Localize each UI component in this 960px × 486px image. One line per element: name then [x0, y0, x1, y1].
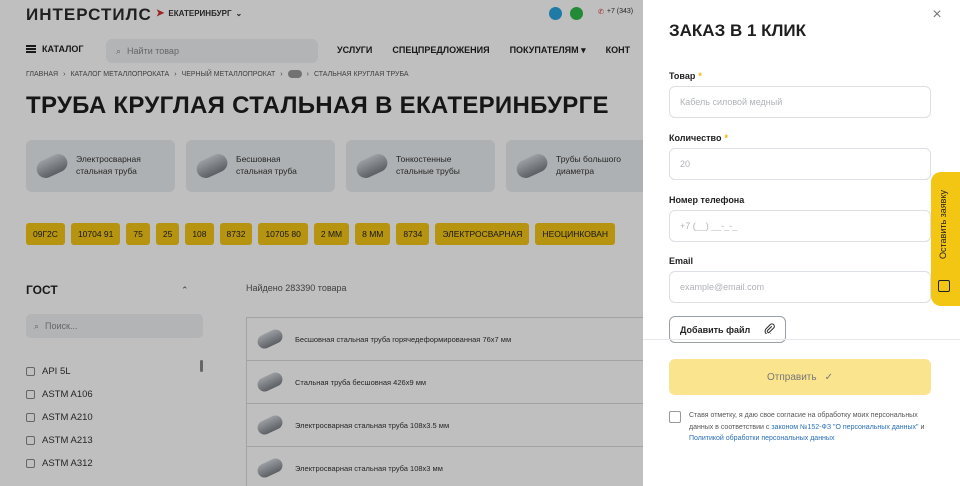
required-mark: * [724, 133, 728, 143]
quantity-field-label: Количество * [669, 133, 728, 143]
privacy-policy-link[interactable]: Политикой обработки персональных данных [689, 435, 834, 442]
quantity-input[interactable] [669, 148, 931, 180]
required-mark: * [698, 71, 702, 81]
leave-request-tab[interactable]: Оставить заявку [931, 172, 960, 306]
label-text: Количество [669, 133, 722, 143]
law-152-link[interactable]: законом №152-ФЗ "О персональных данных" [771, 424, 918, 431]
consent-checkbox[interactable] [669, 411, 681, 423]
product-input[interactable] [669, 86, 931, 118]
email-input[interactable] [669, 271, 931, 303]
product-field-label: Товар * [669, 71, 702, 81]
modal-divider [643, 339, 960, 340]
phone-input[interactable] [669, 210, 931, 242]
request-icon [938, 280, 950, 292]
modal-title: ЗАКАЗ В 1 КЛИК [669, 21, 807, 40]
add-file-label: Добавить файл [680, 324, 751, 335]
submit-label: Отправить [767, 371, 817, 383]
checkmark-icon: ✓ [824, 371, 833, 383]
consent-text: Ставя отметку, я даю свое согласие на об… [689, 410, 931, 445]
email-field-label: Email [669, 256, 694, 266]
phone-field-label: Номер телефона [669, 195, 745, 205]
consent-text-part: и [918, 423, 925, 431]
consent-block: Ставя отметку, я даю свое согласие на об… [669, 410, 931, 445]
paperclip-icon [764, 323, 775, 336]
label-text: Товар [669, 71, 696, 81]
submit-button[interactable]: Отправить ✓ [669, 359, 931, 395]
close-icon[interactable]: × [929, 7, 945, 23]
leave-request-label: Оставить заявку [938, 190, 948, 259]
